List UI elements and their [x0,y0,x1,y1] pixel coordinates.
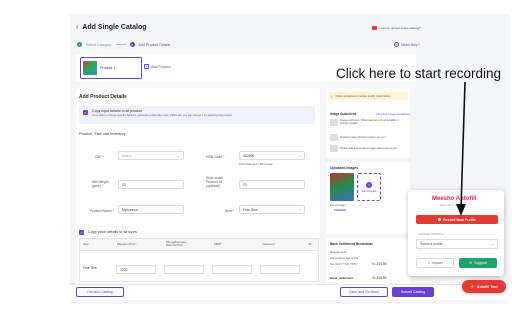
guideline-image-2 [330,134,338,141]
copy-details-hint: If you want to change specific fields fo… [92,114,233,117]
settlement-commission: Commission fee of 0% [330,256,358,260]
step-add-product-details[interactable]: Add Product Details [139,43,171,47]
annotation-arrow [456,81,466,216]
chevron-down-icon: ⌄ [177,154,180,158]
page-title: Add Single Catalog [82,24,147,31]
price-table: Size Meesho Price* Wrong/Defective Retur… [79,238,319,282]
col-mrp: MRP* [214,242,222,246]
autofill-fab[interactable]: ⚡ Autofill Tool [462,280,506,293]
copy-price-label: Copy price details to all sizes [88,230,137,234]
meesho-price-input[interactable]: 3232 [116,265,156,274]
chevron-down-icon: ⌄ [491,242,494,246]
save-and-go-back-button[interactable]: Save and Go Back [340,287,388,297]
hsn-select[interactable]: 302490 ⌄ [239,151,305,160]
style-code-input[interactable]: 23 [239,180,305,189]
guideline-item-2: Product image should not have any text [340,136,386,139]
footer-bar [70,284,510,300]
support-button[interactable]: ✉ Support [459,258,497,268]
import-button[interactable]: ⇩ Import [416,258,454,268]
settlement-tax: Tax (GST, TCS, TDS) [330,262,357,266]
chevron-left-icon[interactable]: ‹ [76,24,78,31]
uploaded-image-thumbnail[interactable] [330,173,354,201]
copy-details-checkbox[interactable]: ✓ [83,110,88,115]
section-title: Add Product Details [79,94,127,100]
col-inventory: Inventory* [262,242,276,246]
youtube-icon [372,26,377,30]
chat-icon: ✉ [469,261,473,265]
settlement-title: Bank Settlement Breakdown [330,242,374,246]
help-video-link[interactable]: Learn to upload single catalog? [372,26,421,30]
guideline-image-1 [330,119,338,126]
hsn-label: HSN Code * [206,155,225,159]
warning-icon: ⚠ [330,93,334,99]
stepper: ✓ Select Category 2 Add Product Details [77,42,170,47]
row-size: Free Size [83,266,97,270]
net-weight-label: Net Weight (gms) * [92,180,109,188]
discard-catalog-button[interactable]: Discard Catalog [76,287,124,297]
size-inventory-title: Product, Size and Inventory [79,132,126,136]
record-icon [438,218,442,221]
net-weight-input[interactable]: 23 [118,180,184,189]
guidelines-title: Image Guidelines [330,112,357,116]
col-meesho-price: Meesho Price* [117,242,137,246]
chevron-down-icon: ⌄ [298,154,301,158]
guideline-notice: ⚠ Follow guidelines to reduce quality ch… [328,92,408,100]
price-table-header: Size Meesho Price* Wrong/Defective Retur… [80,239,318,251]
profile-section-label: CHANGE PROFILE [418,233,444,236]
add-images-button[interactable]: + Add Images [357,173,381,201]
front-image-label: Front Image * [330,203,347,207]
bank-settlement-value: ₹1,215.55 [372,276,387,280]
size-label: Size * [225,209,234,213]
copy-details-label: Copy input details to all product [92,109,143,113]
mrp-input[interactable] [212,265,252,274]
settlement-price-value: ₹1,215.55 [372,262,387,266]
col-sku: Sk [308,242,312,246]
profile-select[interactable]: Select a profile... ⌄ [416,239,498,249]
gst-select[interactable]: Select ⌄ [118,151,184,160]
product-tab-1[interactable]: Product 1 [80,57,142,79]
step-select-category[interactable]: Select Category [86,43,112,47]
guideline-image-3 [330,145,338,152]
find-hsn-link[interactable]: Find Relevant HSN Code [239,162,273,166]
need-help-link[interactable]: ? Need Help? [394,42,420,47]
chevron-down-icon: ⌄ [298,208,301,212]
add-product-button[interactable]: + Add Product [144,64,171,69]
col-size: Size [83,242,89,246]
gst-label: GST * [95,155,105,159]
product-name-input[interactable]: Nylonrevzr [118,205,184,214]
change-image-link[interactable]: CHANGE [334,208,346,212]
plus-icon: + [144,64,149,69]
guideline-item-3: Please add solo product image without an… [340,147,398,150]
guideline-item-1: Images with text / Watermark are not acc… [340,119,399,126]
size-select[interactable]: Free Size ⌄ [239,205,305,214]
col-wrong-defective-price: Wrong/Defective Returns Price [166,240,187,247]
product-thumbnail [83,61,97,75]
style-code-label: Style code/ Product ID (optional) [206,176,223,188]
page-header: ‹ Add Single Catalog [76,24,147,31]
plus-icon: + [366,181,372,188]
copy-price-checkbox[interactable]: ✓ [79,230,84,235]
lightning-icon: ⚡ [470,284,475,289]
view-full-guidelines-link[interactable]: View Full Image Guidelines [376,112,410,116]
settlement-meesho-price: Meesho price [330,250,347,254]
step-number-badge: 2 [129,42,135,47]
question-icon: ? [394,42,399,47]
uploaded-images-title: Uploaded Images [330,166,359,170]
import-icon: ⇩ [427,261,431,265]
bank-settlement-label: Bank settlement [330,276,354,280]
annotation-text: Click here to start recording [336,66,502,81]
submit-catalog-button[interactable]: Submit Catalog [392,287,434,297]
wrong-defective-price-input[interactable] [164,265,204,274]
product-name-label: Product Name * [90,209,114,213]
check-circle-icon: ✓ [77,42,82,47]
inventory-input[interactable] [260,265,300,274]
